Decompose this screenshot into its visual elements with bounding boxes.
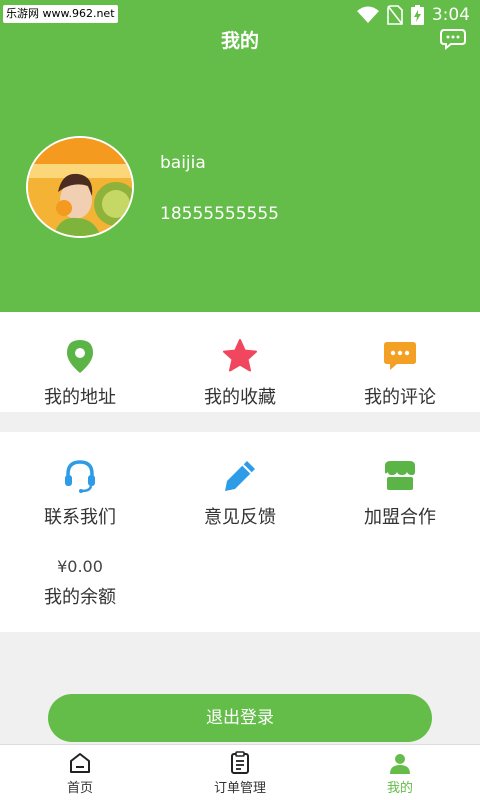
clock: 3:04 [431,5,470,25]
avatar-image [28,138,132,236]
order-list-icon [231,751,249,774]
contact-us-label: 联系我们 [44,507,116,528]
user-icon [390,754,410,774]
tab-orders-label: 订单管理 [213,781,266,796]
tab-mine[interactable]: 我的 [320,745,480,800]
wifi-icon [356,6,379,23]
tab-orders[interactable]: 订单管理 [160,745,320,800]
my-favorites-item[interactable]: 我的收藏 [160,322,320,412]
comment-icon [384,342,416,370]
avatar[interactable] [26,136,134,238]
tab-home[interactable]: 首页 [0,745,160,800]
feedback-label: 意见反馈 [204,507,276,528]
join-partnership-label: 加盟合作 [364,507,436,528]
username: baijia [160,153,206,173]
no-sim-icon [387,5,403,25]
services-card: 联系我们 意见反馈 加盟合作 ¥0.00 我的余额 [0,432,480,632]
home-icon [70,753,90,773]
bottom-tab-bar: 首页 订单管理 我的 [0,744,480,800]
tab-home-label: 首页 [66,781,93,796]
status-icons: 3:04 [356,5,470,25]
balance-value: ¥0.00 [57,557,103,576]
contact-us-item[interactable]: 联系我们 [0,442,160,532]
chat-bubble-icon[interactable] [440,28,466,50]
battery-charging-icon [410,5,424,25]
headset-icon [65,460,95,493]
location-pin-icon [67,340,93,373]
feedback-item[interactable]: 意见反馈 [160,442,320,532]
my-comments-label: 我的评论 [364,387,436,408]
my-favorites-label: 我的收藏 [204,387,276,408]
my-address-label: 我的地址 [44,387,116,408]
pencil-icon [225,461,255,491]
watermark-label: 乐游网 www.962.net [3,5,118,23]
join-partnership-item[interactable]: 加盟合作 [320,442,480,532]
phone-number: 18555555555 [160,204,279,224]
page-title: 我的 [220,30,259,52]
shop-icon [385,461,415,490]
quick-links-card: 我的地址 我的收藏 我的评论 [0,312,480,412]
profile-header: 乐游网 www.962.net 3:04 我的 baijia 185555555… [0,0,480,312]
my-comments-item[interactable]: 我的评论 [320,322,480,412]
balance-label: 我的余额 [44,587,116,608]
tab-mine-label: 我的 [386,781,413,796]
my-address-item[interactable]: 我的地址 [0,322,160,412]
logout-button[interactable]: 退出登录 [48,694,432,742]
star-icon [223,339,257,372]
